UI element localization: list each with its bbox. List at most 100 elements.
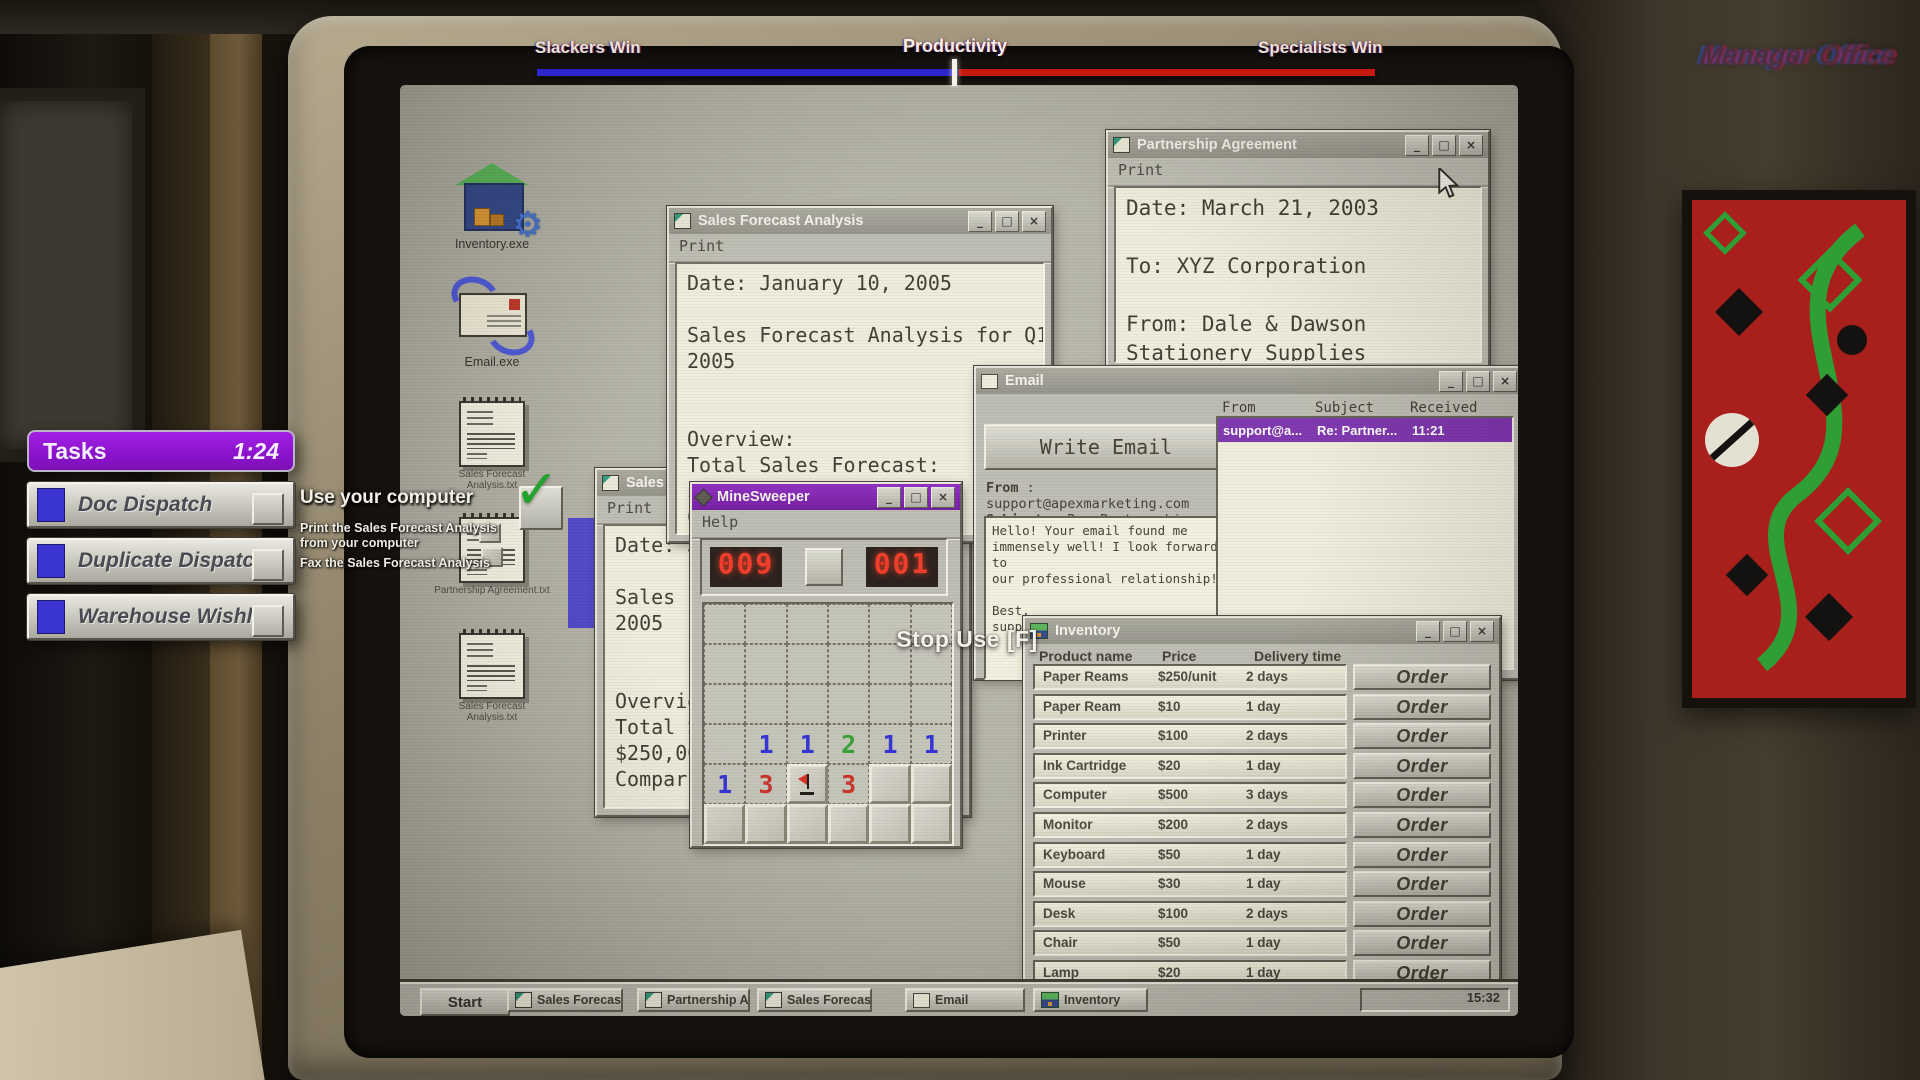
- minimize-button[interactable]: _: [877, 487, 901, 508]
- menu-bar[interactable]: Print: [669, 234, 1051, 263]
- task-label: Duplicate Dispatch: [78, 549, 267, 573]
- maximize-button[interactable]: □: [904, 487, 928, 508]
- document-icon: [1113, 137, 1130, 153]
- mine-cell-hidden[interactable]: [787, 804, 828, 844]
- mine-cell-number[interactable]: 1: [745, 724, 786, 764]
- mine-cell-hidden[interactable]: [911, 804, 952, 844]
- mine-cell-hidden[interactable]: [869, 804, 910, 844]
- order-button[interactable]: Order: [1353, 901, 1491, 927]
- computer-screen[interactable]: ⚙Inventory.exe Email.exe Sales Forecast An…: [400, 85, 1518, 1016]
- minimize-button[interactable]: _: [1439, 371, 1463, 392]
- taskbar-button-label: Inventory: [1064, 993, 1120, 1007]
- print-menu[interactable]: Print: [679, 237, 724, 255]
- maximize-button[interactable]: □: [1432, 135, 1456, 156]
- minimize-button[interactable]: _: [968, 211, 992, 232]
- maximize-button[interactable]: □: [1443, 621, 1467, 642]
- maximize-button[interactable]: □: [1466, 371, 1490, 392]
- mine-cell-revealed[interactable]: [911, 684, 952, 724]
- print-menu[interactable]: Print: [1118, 161, 1163, 179]
- order-button[interactable]: Order: [1353, 694, 1491, 720]
- product-price: $10: [1158, 699, 1181, 714]
- mine-cell-revealed[interactable]: [745, 644, 786, 684]
- inventory-row-keyboard: Keyboard$501 dayOrder: [1033, 842, 1491, 868]
- write-email-button[interactable]: Write Email: [984, 424, 1228, 470]
- email-icon: [455, 281, 529, 351]
- column-price: Price: [1162, 648, 1196, 664]
- desktop-icon-inventory-exe[interactable]: ⚙Inventory.exe: [434, 163, 550, 251]
- title-bar[interactable]: Email _ □ ×: [976, 368, 1518, 394]
- desktop-icon-sales-forecast-analysis-txt[interactable]: Sales Forecast Analysis.txt: [434, 627, 550, 723]
- product-name: Ink Cartridge: [1043, 758, 1126, 773]
- mine-cell-revealed[interactable]: [704, 684, 745, 724]
- painting-art: [1692, 200, 1886, 678]
- taskbar-button-email[interactable]: Email: [905, 988, 1025, 1012]
- title-bar[interactable]: Inventory _ □ ×: [1025, 618, 1499, 644]
- minimize-button[interactable]: _: [1416, 621, 1440, 642]
- mine-cell-flagged[interactable]: [787, 764, 828, 804]
- mine-cell-hidden[interactable]: [704, 804, 745, 844]
- mine-cell-hidden[interactable]: [745, 804, 786, 844]
- title-bar[interactable]: MineSweeper _ □ ×: [692, 484, 960, 510]
- mine-cell-revealed[interactable]: [704, 644, 745, 684]
- taskbar-button-label: Email: [935, 993, 968, 1007]
- product-price: $50: [1158, 847, 1181, 862]
- window-minesweeper[interactable]: MineSweeper _ □ × Help 009 001 11211133: [690, 482, 962, 848]
- close-button[interactable]: ×: [1493, 371, 1517, 392]
- start-button[interactable]: Start: [420, 988, 510, 1016]
- taskbar-button-partnership-a[interactable]: Partnership A: [637, 988, 750, 1012]
- mine-cell-number[interactable]: 3: [745, 764, 786, 804]
- close-button[interactable]: ×: [1470, 621, 1494, 642]
- minimize-button[interactable]: _: [1405, 135, 1429, 156]
- window-inventory[interactable]: Inventory _ □ × Product name Price Deliv…: [1023, 616, 1501, 992]
- taskbar-button-sales-forecas[interactable]: Sales Forecas: [507, 988, 623, 1012]
- mine-cell-revealed[interactable]: [704, 724, 745, 764]
- stop-use-prompt: Stop Use [F]: [852, 626, 1082, 653]
- order-button[interactable]: Order: [1353, 930, 1491, 956]
- mine-cell-revealed[interactable]: [787, 604, 828, 644]
- desktop-icon-email-exe[interactable]: Email.exe: [434, 281, 550, 369]
- mine-cell-hidden[interactable]: [911, 764, 952, 804]
- print-menu[interactable]: Print: [607, 499, 652, 517]
- document-icon: [765, 992, 782, 1008]
- mine-cell-revealed[interactable]: [787, 644, 828, 684]
- inventory-row-mouse: Mouse$301 dayOrder: [1033, 871, 1491, 897]
- mine-cell-revealed[interactable]: [787, 684, 828, 724]
- order-button[interactable]: Order: [1353, 753, 1491, 779]
- order-button[interactable]: Order: [1353, 871, 1491, 897]
- order-button[interactable]: Order: [1353, 782, 1491, 808]
- taskbar-button-inventory[interactable]: Inventory: [1033, 988, 1148, 1012]
- taskbar-button-sales-forecas[interactable]: Sales Forecas: [757, 988, 872, 1012]
- menu-bar[interactable]: Print: [1108, 158, 1488, 187]
- mine-cell-number[interactable]: 1: [869, 724, 910, 764]
- mine-cell-hidden[interactable]: [828, 804, 869, 844]
- title-bar[interactable]: Sales Forecast Analysis _ □ ×: [669, 208, 1051, 234]
- close-button[interactable]: ×: [1022, 211, 1046, 232]
- email-list-row-selected[interactable]: support@a... Re: Partner... 11:21: [1218, 418, 1512, 442]
- window-partnership-agreement[interactable]: Partnership Agreement _ □ × Print Date: …: [1106, 130, 1490, 371]
- mine-cell-number[interactable]: 1: [704, 764, 745, 804]
- order-button[interactable]: Order: [1353, 664, 1491, 690]
- mine-cell-revealed[interactable]: [828, 684, 869, 724]
- mine-cell-number[interactable]: 1: [911, 724, 952, 764]
- mine-cell-revealed[interactable]: [745, 684, 786, 724]
- close-button[interactable]: ×: [1459, 135, 1483, 156]
- close-button[interactable]: ×: [931, 487, 955, 508]
- maximize-button[interactable]: □: [995, 211, 1019, 232]
- order-button[interactable]: Order: [1353, 842, 1491, 868]
- task-item-duplicate-dispatch: Duplicate Dispatch: [27, 538, 295, 584]
- smiley-button[interactable]: [805, 548, 843, 586]
- mine-cell-hidden[interactable]: [869, 764, 910, 804]
- mine-cell-number[interactable]: 1: [787, 724, 828, 764]
- menu-bar[interactable]: Help: [692, 510, 960, 539]
- product-delivery: 1 day: [1246, 847, 1281, 862]
- title-bar[interactable]: Partnership Agreement _ □ ×: [1108, 132, 1488, 158]
- product-delivery: 1 day: [1246, 965, 1281, 980]
- mine-cell-number[interactable]: 2: [828, 724, 869, 764]
- mine-cell-revealed[interactable]: [745, 604, 786, 644]
- help-menu[interactable]: Help: [702, 513, 738, 531]
- order-button[interactable]: Order: [1353, 812, 1491, 838]
- order-button[interactable]: Order: [1353, 723, 1491, 749]
- mine-cell-revealed[interactable]: [704, 604, 745, 644]
- mine-cell-number[interactable]: 3: [828, 764, 869, 804]
- mine-cell-revealed[interactable]: [869, 684, 910, 724]
